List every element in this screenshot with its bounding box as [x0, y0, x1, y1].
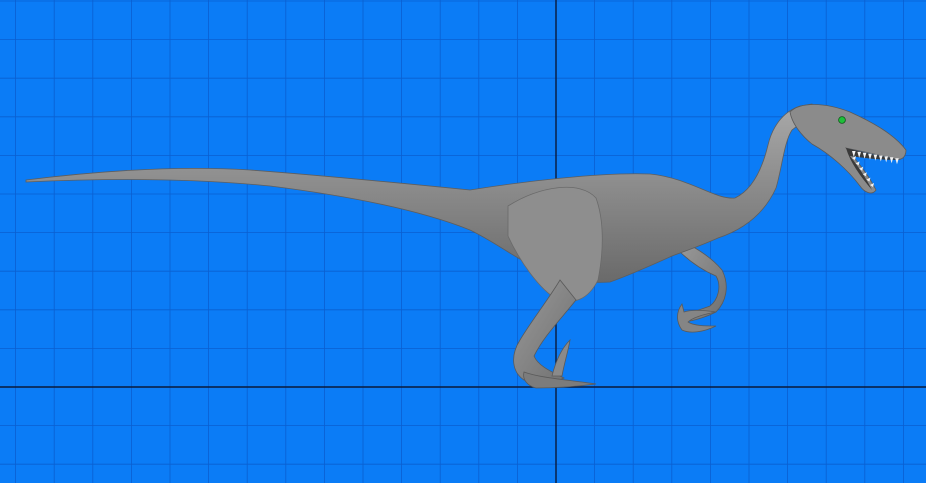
viewport-grid [0, 0, 926, 483]
dinosaur-near-leg [513, 279, 577, 383]
viewport-3d[interactable] [0, 0, 926, 483]
world-axes [0, 0, 926, 483]
tooth-upper [889, 157, 894, 164]
dinosaur-claw [551, 338, 571, 377]
viewport-canvas[interactable] [0, 0, 926, 483]
dinosaur-model[interactable] [25, 103, 907, 389]
tooth-upper [895, 158, 899, 165]
dinosaur-thigh [507, 186, 603, 302]
dinosaur-eye [838, 116, 846, 124]
